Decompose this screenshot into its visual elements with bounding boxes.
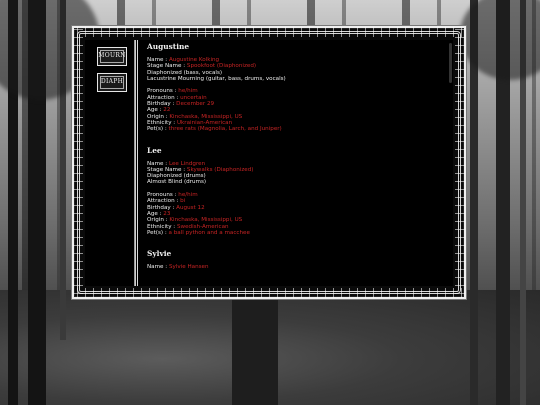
band-logo-text: DIAPH	[100, 78, 124, 85]
scrollbar[interactable]	[449, 43, 452, 83]
info-line: Name : Sylvie Hansen	[147, 264, 209, 271]
profile-panel: MOURN DIAPH Augustine Name : Augustine K…	[72, 26, 466, 299]
sidebar: MOURN DIAPH	[85, 40, 138, 286]
character-entry: Lee Name : Lee Lindgren Stage Name : Sky…	[147, 146, 449, 237]
tree-trunk	[232, 290, 278, 405]
band-logo-text: MOURN	[98, 52, 126, 59]
band-logo-badge[interactable]: MOURN	[97, 47, 127, 66]
panel-inner: MOURN DIAPH Augustine Name : Augustine K…	[85, 40, 453, 286]
character-name: Augustine	[147, 42, 190, 51]
sidebar-divider	[135, 40, 136, 286]
character-list: Augustine Name : Augustine Kolking Stage…	[143, 40, 453, 286]
character-name: Lee	[147, 145, 162, 155]
character-entry: Sylvie Name : Sylvie Hansen	[147, 249, 449, 270]
character-name: Sylvie	[147, 249, 172, 259]
band-logo-badge[interactable]: DIAPH	[97, 73, 127, 92]
character-entry: Augustine Name : Augustine Kolking Stage…	[147, 42, 449, 133]
